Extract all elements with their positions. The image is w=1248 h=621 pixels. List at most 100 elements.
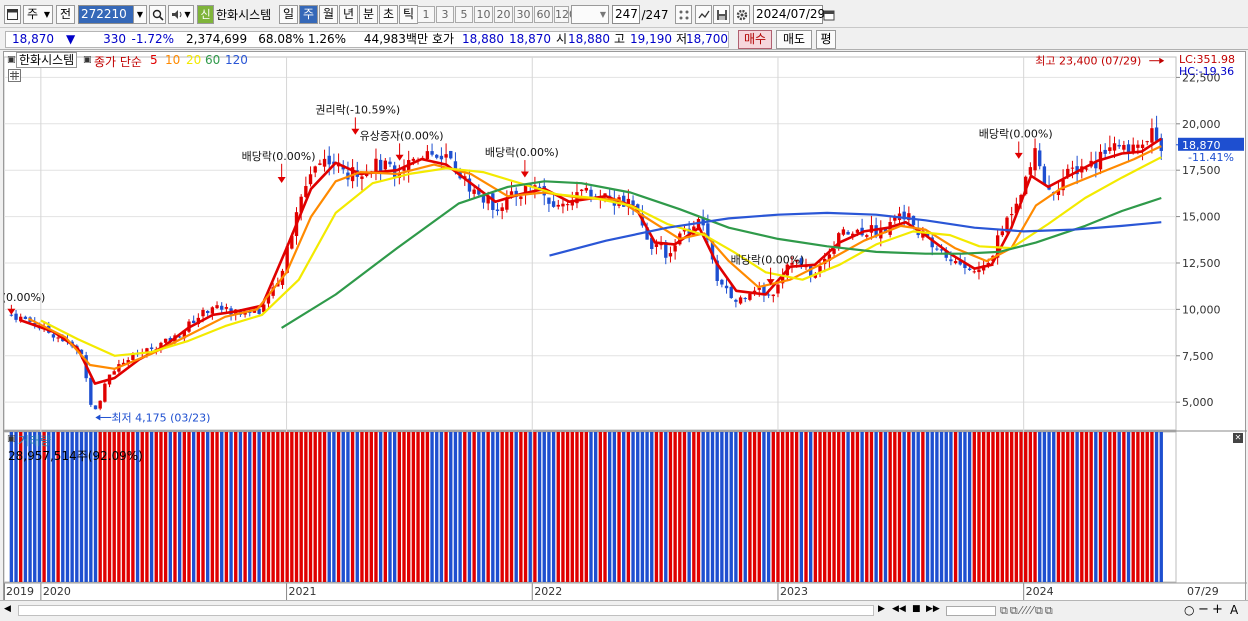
minute-5-button[interactable]: 5 (455, 6, 473, 23)
year-tick-label: 2022 (534, 585, 562, 598)
candle-body (766, 294, 771, 296)
volume-bar (472, 432, 476, 582)
scroll-bar[interactable]: ◀ ▶ ◀◀ ■ ▶▶ ⧉⧉⁄⁄⁄⁄⧉⧉ ○ − + A (0, 600, 1248, 621)
stock-chart[interactable]: 배당락(0.00%) 배당락(0.00%) 권리락(-10.59%) 유상증자(0.0… (0, 52, 1247, 602)
font-size-icon[interactable]: A (1230, 603, 1238, 617)
down-arrow-icon: ▼ (66, 32, 76, 46)
minute-60-button[interactable]: 60 (534, 6, 553, 23)
minute-10-button[interactable]: 10 (474, 6, 493, 23)
scroll-track[interactable] (18, 605, 874, 616)
volume-bar (458, 432, 462, 582)
volume-ratio: 68.08% (258, 32, 304, 46)
stop-icon[interactable]: ■ (912, 604, 921, 614)
rewind-icon[interactable]: ◀◀ (892, 604, 906, 614)
price-tick-label: 10,000 (1182, 303, 1221, 316)
buy-button[interactable]: 매수 (738, 30, 772, 49)
open-value: 18,880 (568, 32, 610, 46)
candle-body (215, 305, 219, 309)
zoom-reset-icon[interactable]: ○ (1184, 603, 1194, 617)
chart-type-select[interactable]: 주 ▼ (23, 5, 53, 24)
scroll-left-icon[interactable]: ◀ (4, 604, 11, 614)
period-tab-minute[interactable]: 분 (359, 5, 378, 24)
period-month-label: 월 (322, 7, 335, 21)
volume-bar (467, 432, 472, 582)
legend-stock-name[interactable]: 한화시스템 (16, 52, 78, 68)
volume-bar (121, 432, 126, 582)
table-toggle-icon[interactable] (8, 69, 21, 82)
minute-custom-select[interactable]: ▼ (571, 5, 609, 24)
speaker-dropdown-icon[interactable]: ▼ (182, 5, 194, 24)
zoom-in-icon[interactable]: + (1212, 602, 1223, 617)
candle-body (439, 155, 444, 160)
fast-forward-icon[interactable]: ▶▶ (926, 604, 940, 614)
volume-bar (907, 432, 911, 582)
calendar-icon[interactable] (820, 5, 837, 24)
save-icon[interactable] (713, 5, 730, 24)
volume-bar (603, 432, 607, 582)
prev-label: 전 (59, 7, 72, 21)
volume-bar (444, 432, 448, 582)
volume-bar (701, 432, 705, 582)
volume-bar (790, 432, 794, 582)
candle-body (724, 285, 729, 289)
search-icon[interactable] (149, 5, 166, 24)
volume-value: 2,374,699 (186, 32, 248, 46)
drawing-tools-icon[interactable]: ⧉⧉⁄⁄⁄⁄⧉⧉ (1000, 604, 1055, 618)
minute-1-button[interactable]: 1 (417, 6, 435, 23)
candle-body (210, 307, 215, 314)
period-tab-second[interactable]: 초 (379, 5, 398, 24)
code-dropdown-icon[interactable]: ▼ (133, 5, 147, 24)
volume-bar (42, 432, 46, 582)
prev-button[interactable]: 전 (56, 5, 75, 24)
stock-code-input[interactable]: 272210 (78, 5, 134, 24)
minute-3-button[interactable]: 3 (436, 6, 454, 23)
volume-bar (1094, 432, 1098, 582)
chart-area[interactable]: 배당락(0.00%) 배당락(0.00%) 권리락(-10.59%) 유상증자(0.0… (0, 51, 1247, 602)
volume-bar (1131, 432, 1135, 582)
candle-body (673, 245, 677, 252)
minute-30-button[interactable]: 30 (514, 6, 533, 23)
candle-body (668, 253, 673, 257)
close-icon[interactable]: ✕ (1233, 433, 1243, 443)
x-end-label: 07/29 (1187, 585, 1219, 598)
volume-bar (537, 432, 542, 582)
volume-bar (56, 432, 60, 582)
volume-bar (313, 432, 317, 582)
candle-body (206, 310, 210, 314)
volume-bar (645, 432, 649, 582)
period-tab-year[interactable]: 년 (339, 5, 358, 24)
scale-icon[interactable] (675, 5, 692, 24)
volume-bar (617, 432, 621, 582)
current-pct-label: -11.41% (1188, 151, 1234, 164)
minute-120-button[interactable]: 120 (554, 6, 576, 23)
price-tick-label: 17,500 (1182, 164, 1221, 177)
volume-bar (967, 432, 972, 582)
volume-bar (608, 432, 612, 582)
volume-bar (112, 432, 116, 582)
candle-body (654, 244, 659, 247)
scroll-right-icon[interactable]: ▶ (878, 604, 885, 614)
minute-20-button[interactable]: 20 (494, 6, 513, 23)
gear-icon[interactable] (733, 5, 750, 24)
bid1-value: 18,880 (462, 32, 504, 46)
period-tab-month[interactable]: 월 (319, 5, 338, 24)
period-tab-day[interactable]: 일 (279, 5, 298, 24)
data-count-input[interactable]: 247 (612, 5, 640, 24)
eval-button[interactable]: 평 (816, 30, 836, 49)
volume-bar (135, 432, 140, 582)
period-tab-tick[interactable]: 틱 (399, 5, 418, 24)
candle-body (911, 215, 916, 226)
zoom-out-icon[interactable]: − (1198, 602, 1209, 617)
annotation-layer: 배당락(0.00%) 배당락(0.00%) 권리락(-10.59%) 유상증자(0.0… (0, 55, 1165, 424)
trendline-icon[interactable] (695, 5, 712, 24)
speed-slider[interactable] (946, 606, 996, 616)
sell-button[interactable]: 매도 (776, 30, 812, 49)
turnover-pct: 1.26% (307, 32, 346, 46)
candle-body (748, 293, 752, 300)
period-tab-week[interactable]: 주 (299, 5, 318, 24)
new-listing-badge: 신 (197, 5, 214, 24)
volume-bar (598, 432, 603, 582)
candle-body (729, 286, 733, 298)
date-input[interactable]: 2024/07/29 (753, 5, 825, 24)
window-menu-icon[interactable] (4, 5, 21, 24)
